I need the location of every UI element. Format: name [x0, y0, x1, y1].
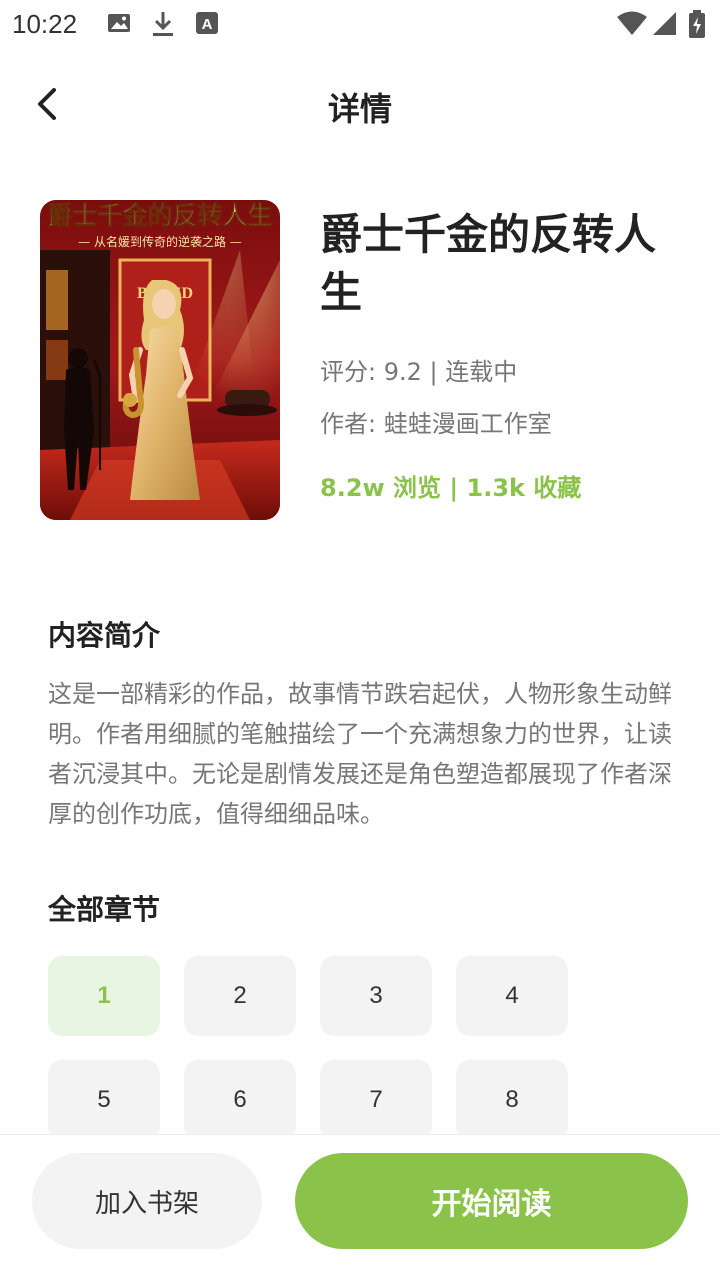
svg-text:A: A	[202, 16, 213, 33]
chapter-button-6[interactable]: 6	[184, 1060, 296, 1140]
chapter-button-2[interactable]: 2	[184, 956, 296, 1036]
cover-title-text: 爵士千金的反转人生	[47, 201, 272, 230]
book-cover[interactable]: BOZZD 爵士千金的反转人生 — 从名媛到传奇的逆袭之路 —	[40, 200, 280, 520]
book-stats: 8.2w 浏览 | 1.3k 收藏	[320, 474, 582, 502]
image-icon	[106, 10, 132, 40]
book-rating: 评分: 9.2 | 连载中	[320, 358, 518, 386]
chapter-button-8[interactable]: 8	[456, 1060, 568, 1140]
intro-text: 这是一部精彩的作品，故事情节跌宕起伏，人物形象生动鲜明。作者用细腻的笔触描绘了一…	[48, 680, 672, 828]
bottom-action-bar: 加入书架 开始阅读	[0, 1134, 720, 1280]
chapter-button-3[interactable]: 3	[320, 956, 432, 1036]
chapter-button-7[interactable]: 7	[320, 1060, 432, 1140]
chapter-button-1[interactable]: 1	[48, 956, 160, 1036]
battery-icon	[688, 10, 706, 42]
status-time: 10:22	[12, 9, 78, 39]
chapter-button-5[interactable]: 5	[48, 1060, 160, 1140]
signal-icon	[652, 10, 678, 40]
cover-subtitle-text: — 从名媛到传奇的逆袭之路 —	[78, 234, 242, 249]
app-header: 详情	[0, 60, 720, 150]
wifi-icon	[616, 10, 648, 40]
download-icon	[150, 10, 176, 42]
page-title: 详情	[327, 90, 392, 128]
chapters-heading: 全部章节	[48, 893, 161, 926]
start-reading-button[interactable]: 开始阅读	[295, 1153, 688, 1249]
add-to-shelf-button[interactable]: 加入书架	[32, 1153, 262, 1249]
book-title: 爵士千金的反转人生	[320, 210, 657, 317]
font-icon: A	[194, 10, 220, 40]
book-author: 作者: 蛙蛙漫画工作室	[320, 410, 552, 438]
chapter-button-4[interactable]: 4	[456, 956, 568, 1036]
status-bar: 10:22 A	[0, 0, 720, 50]
intro-heading: 内容简介	[48, 619, 161, 652]
